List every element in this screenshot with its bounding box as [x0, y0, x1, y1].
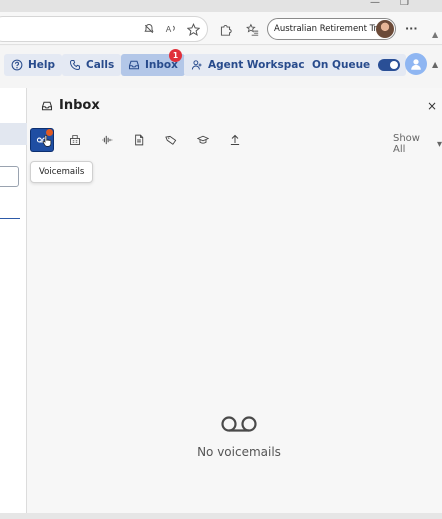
- restore-icon[interactable]: ❐: [400, 0, 409, 8]
- empty-message: No voicemails: [197, 445, 281, 459]
- user-icon: [411, 59, 421, 70]
- help-label: Help: [28, 59, 56, 71]
- profile-name: Australian Retirement Trust: [274, 24, 391, 34]
- fax-icon: [70, 135, 80, 145]
- inbox-icon: [128, 60, 140, 70]
- help-icon: [11, 59, 23, 71]
- tab-tags[interactable]: [160, 129, 182, 151]
- profile-button[interactable]: Australian Retirement Trust: [267, 18, 396, 40]
- tab-training[interactable]: [192, 129, 214, 151]
- scroll-up-icon[interactable]: ▲: [432, 30, 438, 39]
- minimize-icon[interactable]: —: [370, 0, 380, 8]
- background-tab-underline: [0, 218, 20, 219]
- agent-workspace-button[interactable]: Agent Workspace: [184, 54, 319, 76]
- bottom-scrollbar[interactable]: [0, 513, 442, 519]
- on-queue-label: On Queue: [312, 59, 371, 71]
- favorites-list-icon[interactable]: [243, 20, 261, 38]
- agent-workspace-label: Agent Workspace: [208, 59, 312, 71]
- browser-titlebar: — ❐: [0, 0, 442, 12]
- inbox-icon: [41, 101, 53, 110]
- extensions-icon[interactable]: [216, 20, 234, 38]
- voicemails-tooltip: Voicemails: [30, 161, 94, 183]
- graduation-cap-icon: [197, 135, 209, 144]
- tab-uploads[interactable]: [224, 129, 246, 151]
- browser-addressbar: A Australian Retirement Trust ··· ▲: [0, 12, 442, 45]
- hand-cursor-icon: [42, 135, 52, 147]
- show-all-label: Show All: [393, 133, 420, 155]
- tag-icon: [165, 135, 177, 145]
- document-icon: [135, 134, 144, 146]
- tab-recordings[interactable]: [96, 129, 118, 151]
- background-input[interactable]: [0, 166, 19, 187]
- user-avatar[interactable]: [405, 53, 427, 75]
- tab-voicemails[interactable]: [31, 129, 53, 151]
- show-all-dropdown[interactable]: Show All ▾: [393, 133, 442, 155]
- app-toolbar: Help Calls Inbox Agent Workspace On Queu…: [0, 46, 442, 88]
- favorite-star-icon[interactable]: [184, 20, 202, 38]
- phone-icon: [70, 60, 80, 70]
- background-panel: [0, 88, 27, 513]
- more-options-icon[interactable]: ···: [405, 22, 418, 35]
- waveform-icon: [102, 135, 113, 145]
- calls-button[interactable]: Calls: [62, 54, 122, 76]
- inbox-header: Inbox: [41, 98, 100, 113]
- read-aloud-icon[interactable]: A: [162, 20, 180, 38]
- voicemail-icon: [221, 416, 257, 432]
- inbox-panel: Inbox × Show All ▾ Voicemails No voicema…: [27, 88, 442, 513]
- tracking-icon[interactable]: [140, 20, 158, 38]
- close-icon[interactable]: ×: [427, 99, 437, 113]
- chevron-down-icon: ▾: [436, 138, 442, 150]
- agent-icon: [191, 60, 202, 70]
- background-selected-row[interactable]: [0, 123, 27, 145]
- on-queue-toggle[interactable]: On Queue: [305, 54, 407, 76]
- calls-label: Calls: [86, 59, 115, 71]
- inbox-badge: 1: [169, 49, 182, 62]
- svg-text:A: A: [166, 25, 172, 34]
- upload-icon: [230, 134, 240, 145]
- empty-state: No voicemails: [27, 414, 442, 459]
- help-button[interactable]: Help: [4, 54, 63, 76]
- scrollbar-arrow-icon[interactable]: ▲: [432, 60, 438, 69]
- profile-avatar: [376, 20, 394, 38]
- tab-fax[interactable]: [64, 129, 86, 151]
- queue-switch[interactable]: [378, 59, 401, 71]
- tab-documents[interactable]: [128, 129, 150, 151]
- inbox-title: Inbox: [59, 98, 100, 113]
